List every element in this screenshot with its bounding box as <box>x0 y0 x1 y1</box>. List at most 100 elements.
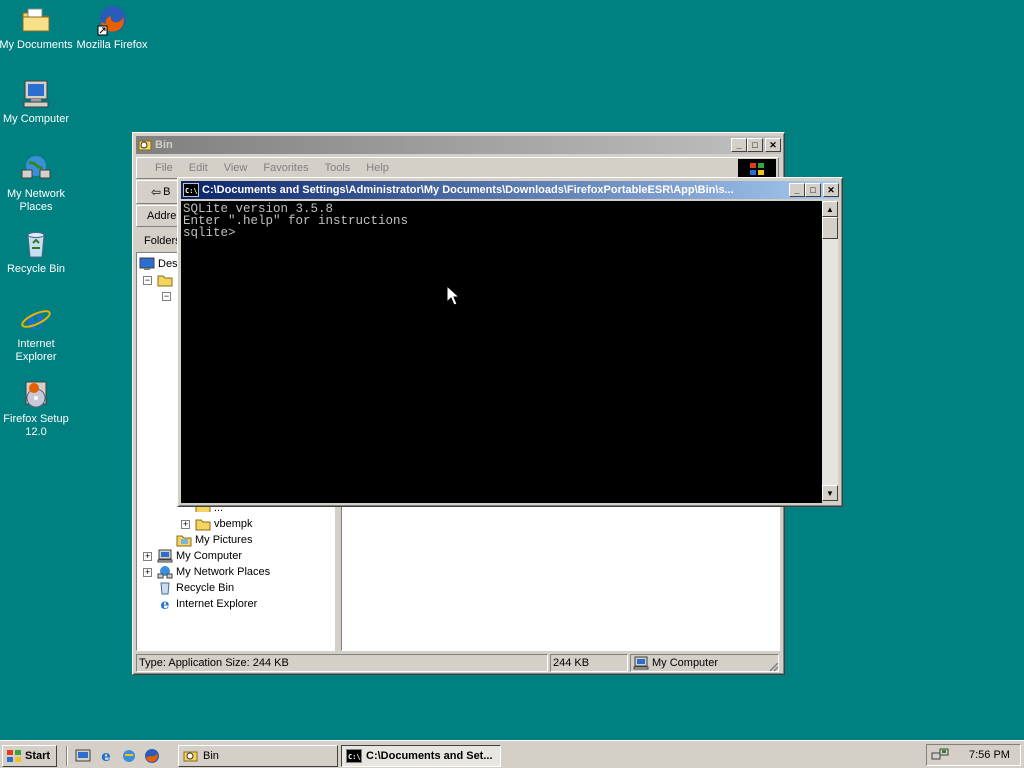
firefox-icon[interactable] <box>144 748 160 764</box>
desktop-icon-label: Firefox Setup 12.0 <box>3 413 69 438</box>
explorer-titlebar[interactable]: Bin _ □ ✕ <box>136 136 781 154</box>
tree-item-label: My Network Places <box>176 566 271 578</box>
start-button[interactable]: Start <box>2 745 57 767</box>
menu-edit[interactable]: Edit <box>181 162 216 174</box>
tree-item-recycle-bin[interactable]: Recycle Bin <box>157 580 234 596</box>
tree-item-my-computer[interactable]: My Computer <box>157 548 242 564</box>
tree-item-label: Recycle Bin <box>176 582 235 594</box>
menu-tools[interactable]: Tools <box>317 162 359 174</box>
firefox-icon <box>97 6 126 36</box>
recycle-bin-icon <box>160 582 170 595</box>
svg-text:e: e <box>27 303 45 335</box>
show-desktop-icon[interactable] <box>75 748 91 764</box>
svg-text:C:\: C:\ <box>348 753 361 761</box>
taskbar-button-label: C:\Documents and Set... <box>366 750 493 762</box>
close-button[interactable]: ✕ <box>823 183 839 197</box>
scroll-up-button[interactable]: ▲ <box>822 201 838 217</box>
windows-flag-icon <box>750 163 764 175</box>
menu-help[interactable]: Help <box>358 162 397 174</box>
tree-item-desktop[interactable]: Des <box>139 256 178 272</box>
menu-favorites[interactable]: Favorites <box>255 162 316 174</box>
expand-toggle[interactable]: + <box>143 568 152 577</box>
ie-icon[interactable]: e <box>98 748 114 764</box>
tree-item-label: vbempk <box>214 518 253 530</box>
system-tray: 7:56 PM <box>926 744 1021 766</box>
menu-view[interactable]: View <box>216 162 256 174</box>
taskbar-button-bin[interactable]: Bin <box>178 745 338 767</box>
minimize-button[interactable]: _ <box>731 138 747 152</box>
pictures-folder-icon <box>176 535 192 547</box>
network-connection-icon[interactable] <box>931 747 949 763</box>
desktop-icon-mozilla-firefox[interactable]: Mozilla Firefox <box>74 4 150 52</box>
console-titlebar[interactable]: C:\ C:\Documents and Settings\Administra… <box>181 181 839 199</box>
collapse-toggle[interactable]: − <box>162 292 171 301</box>
console-scrollbar[interactable]: ▲ ▼ <box>822 201 838 501</box>
folder-search-icon <box>183 751 198 762</box>
scroll-thumb[interactable] <box>822 217 838 239</box>
ie-icon: e <box>21 303 51 335</box>
maximize-button[interactable]: □ <box>805 183 821 197</box>
tree-item-internet-explorer[interactable]: e Internet Explorer <box>157 596 258 612</box>
computer-icon <box>23 80 49 108</box>
console-window[interactable]: C:\ C:\Documents and Settings\Administra… <box>177 177 843 507</box>
svg-text:C:\: C:\ <box>185 187 198 195</box>
taskbar-button-console[interactable]: C:\ C:\Documents and Set... <box>341 745 501 767</box>
collapse-toggle[interactable]: − <box>143 276 152 285</box>
command-prompt-icon: C:\ <box>183 183 199 197</box>
clock[interactable]: 7:56 PM <box>969 749 1010 761</box>
tree-item-my-pictures[interactable]: My Pictures <box>176 532 252 548</box>
back-button[interactable]: ⇦ B <box>151 185 170 199</box>
back-arrow-icon: ⇦ <box>151 185 162 199</box>
desktop-icon-label: Mozilla Firefox <box>76 39 148 51</box>
menu-file[interactable]: File <box>147 162 181 174</box>
tree-item-label: Internet Explorer <box>176 598 258 610</box>
quick-launch: e <box>66 746 166 766</box>
folder-documents-icon <box>22 8 50 32</box>
recycle-bin-icon <box>27 232 45 258</box>
status-size-text: 244 KB <box>553 657 590 669</box>
tree-item-my-documents[interactable] <box>157 272 176 288</box>
network-icon[interactable] <box>121 748 137 764</box>
status-bar: Type: Application Size: 244 KB 244 KB My… <box>136 654 779 672</box>
desktop-icon-label: Recycle Bin <box>6 263 66 275</box>
tree-item-label: My Computer <box>176 550 243 562</box>
back-label: B <box>163 186 171 198</box>
close-button[interactable]: ✕ <box>765 138 781 152</box>
folders-label: Folders <box>144 235 181 247</box>
status-zone: My Computer <box>630 654 779 672</box>
folder-open-icon <box>157 275 173 287</box>
network-icon <box>157 566 173 579</box>
tree-item-label: My Pictures <box>195 534 253 546</box>
console-line: Enter ".help" for instructions <box>183 214 409 228</box>
status-info: Type: Application Size: 244 KB <box>136 654 548 672</box>
tree-item-vbempk[interactable]: vbempk <box>195 516 253 532</box>
scroll-down-button[interactable]: ▼ <box>822 485 838 501</box>
windows-logo-throbber <box>738 159 776 179</box>
desktop-icon-label: My Network Places <box>6 188 66 213</box>
taskbar-button-label: Bin <box>203 750 219 762</box>
desktop-icon-internet-explorer[interactable]: e Internet Explorer <box>0 303 74 364</box>
mouse-cursor-icon <box>446 285 460 306</box>
folder-search-icon <box>138 140 152 151</box>
folder-icon <box>195 519 211 531</box>
start-label: Start <box>25 750 51 762</box>
taskbar: Start e Bin C:\ C:\Documents and Set... … <box>0 740 1024 768</box>
ie-icon: e <box>161 597 170 611</box>
tree-item-label: Des <box>158 258 178 270</box>
maximize-button[interactable]: □ <box>747 138 763 152</box>
resize-grip-icon[interactable] <box>767 660 779 672</box>
status-zone-text: My Computer <box>652 657 719 669</box>
desktop-icon-my-documents[interactable]: My Documents <box>0 4 74 52</box>
status-info-text: Type: Application Size: 244 KB <box>139 657 289 669</box>
desktop-icon-my-network-places[interactable]: My Network Places <box>0 153 74 214</box>
svg-text:e: e <box>161 597 170 611</box>
minimize-button[interactable]: _ <box>789 183 805 197</box>
expand-toggle[interactable]: + <box>143 552 152 561</box>
console-output[interactable]: SQLite version 3.5.8 Enter ".help" for in… <box>181 201 822 503</box>
expand-toggle[interactable]: + <box>181 520 190 529</box>
desktop-icon <box>139 257 155 270</box>
desktop-icon-firefox-setup[interactable]: Firefox Setup 12.0 <box>0 378 74 439</box>
tree-item-my-network-places[interactable]: My Network Places <box>157 564 270 580</box>
desktop-icon-recycle-bin[interactable]: Recycle Bin <box>0 228 74 276</box>
desktop-icon-my-computer[interactable]: My Computer <box>0 78 74 126</box>
